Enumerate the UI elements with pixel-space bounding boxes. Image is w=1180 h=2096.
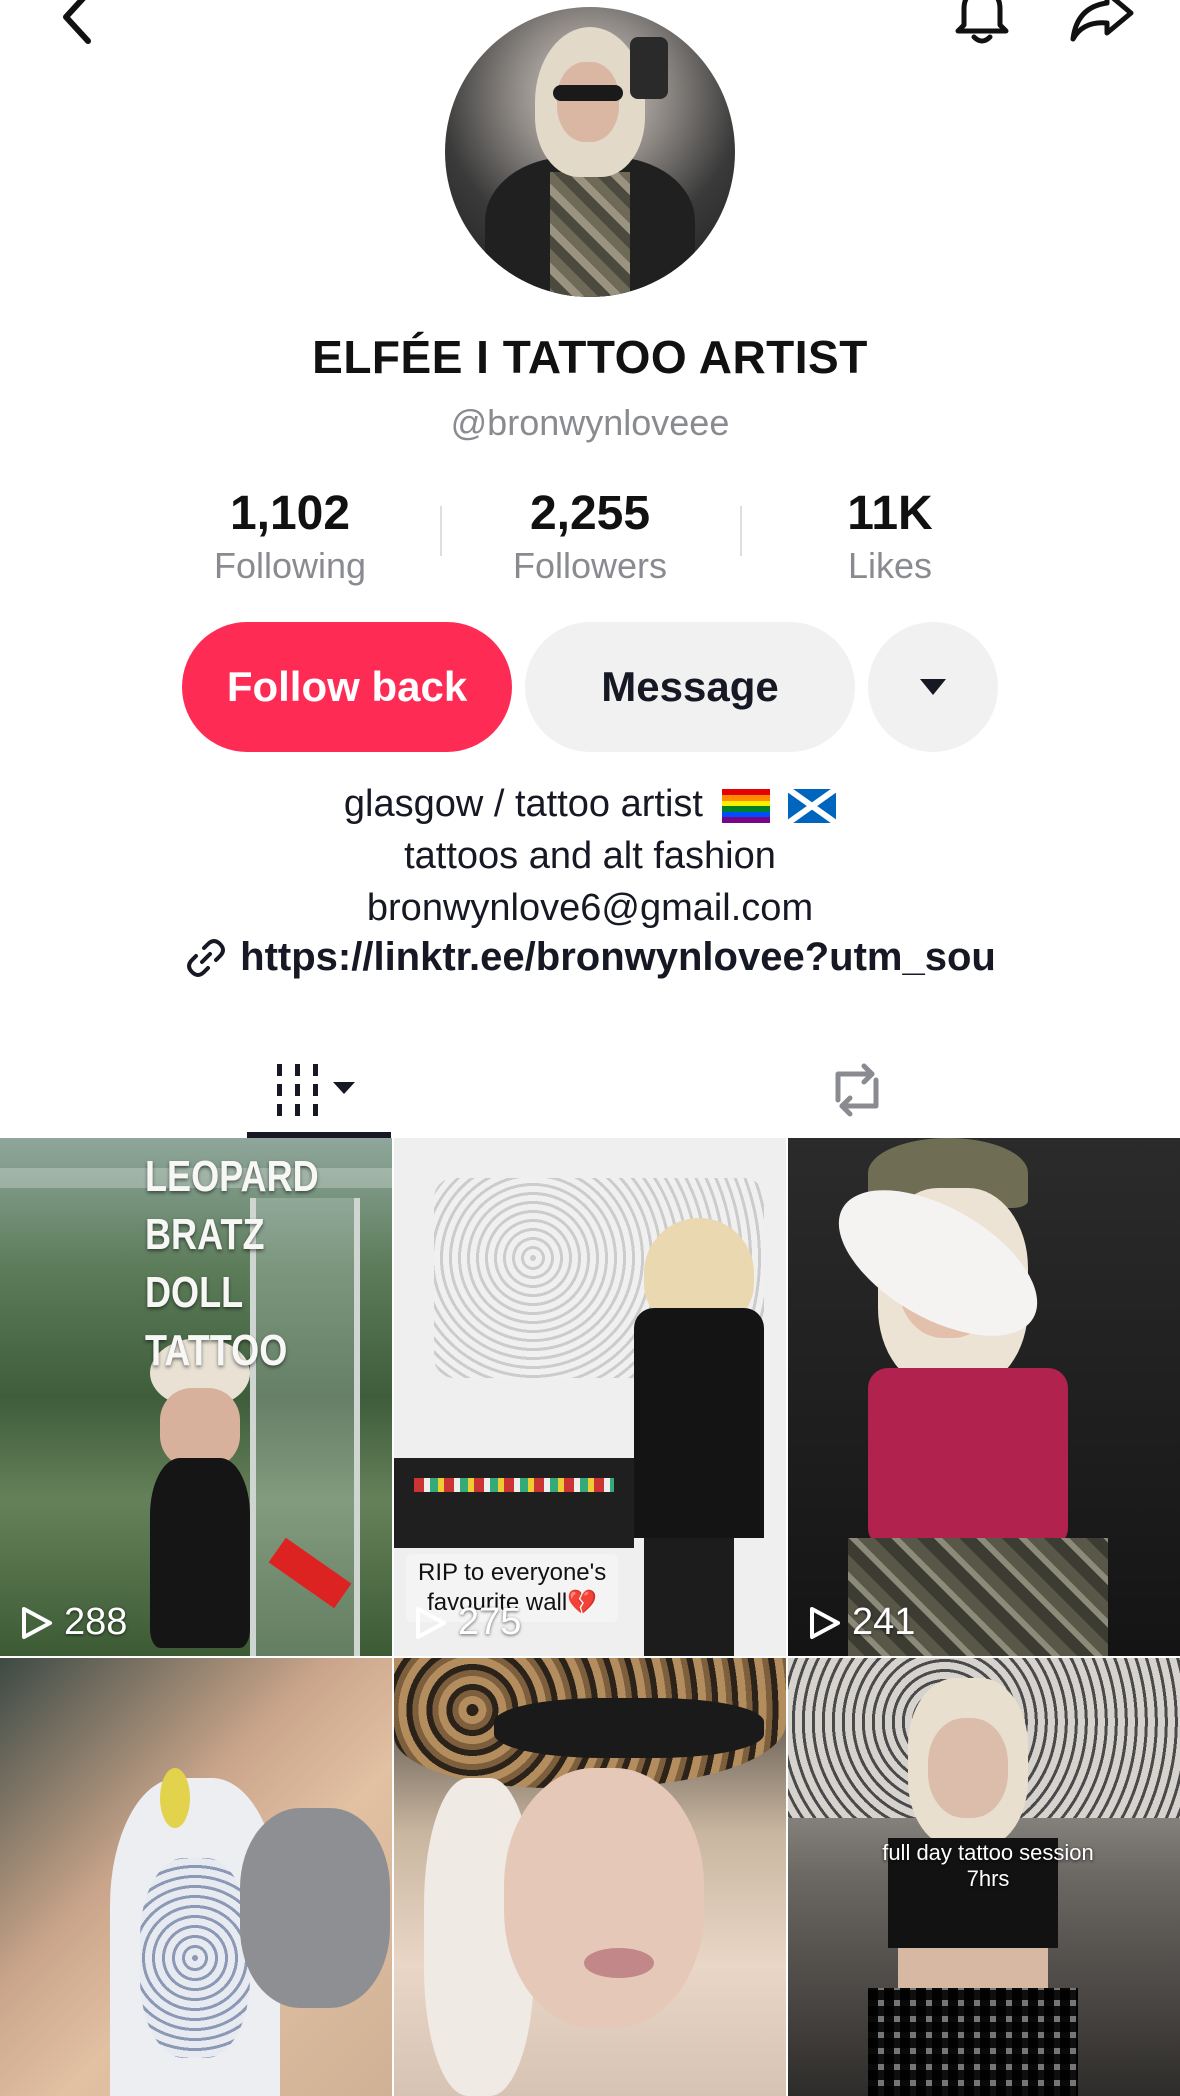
message-button[interactable]: Message <box>525 622 855 752</box>
link-icon <box>187 938 226 977</box>
video-grid: LEOPARD BRATZ DOLL TATTOO 288 RIP to eve… <box>0 1138 1180 2096</box>
video-thumbnail[interactable]: LEOPARD BRATZ DOLL TATTOO 288 <box>0 1138 392 1656</box>
content-tabs <box>0 1040 1180 1140</box>
link-url: https://linktr.ee/bronwynlovee?utm_sou <box>240 935 996 979</box>
rainbow-flag-icon <box>721 788 770 823</box>
play-icon <box>416 1606 446 1639</box>
bell-icon[interactable] <box>944 0 1020 52</box>
view-count: 275 <box>412 1601 521 1644</box>
avatar[interactable] <box>445 7 735 297</box>
bio-text: glasgow / tattoo artist <box>343 783 703 825</box>
stat-value: 11K <box>847 487 933 540</box>
play-icon <box>22 1606 52 1639</box>
tab-reposts[interactable] <box>785 1040 929 1140</box>
more-options-button[interactable] <box>868 622 998 752</box>
back-arrow-icon[interactable] <box>48 0 108 52</box>
stat-label: Likes <box>847 545 933 586</box>
stat-followers[interactable]: 2,255 Followers <box>440 484 740 588</box>
view-count: 241 <box>806 1601 915 1644</box>
tab-videos[interactable] <box>247 1040 391 1140</box>
video-overlay-text: LEOPARD BRATZ DOLL TATTOO <box>145 1152 319 1375</box>
username: @bronwynloveee <box>450 402 730 443</box>
play-icon <box>810 1606 840 1639</box>
stat-label: Followers <box>512 545 668 586</box>
bio-email[interactable]: bronwynlove6@gmail.com <box>0 882 1180 934</box>
bio-line-2: tattoos and alt fashion <box>404 835 776 877</box>
view-count: 288 <box>18 1601 127 1644</box>
stat-likes[interactable]: 11K Likes <box>740 484 1040 588</box>
video-thumbnail[interactable]: full day tattoo session 7hrs <box>788 1658 1180 2096</box>
profile-link[interactable]: https://linktr.ee/bronwynlovee?utm_sou <box>0 935 1180 980</box>
video-caption: full day tattoo session 7hrs <box>882 1840 1094 1891</box>
video-thumbnail[interactable]: RIP to everyone's favourite wall💔 275 <box>394 1138 786 1656</box>
stat-label: Following <box>213 545 367 586</box>
stat-value: 1,102 <box>229 487 351 540</box>
scotland-flag-icon <box>788 788 837 823</box>
bio: glasgow / tattoo artist tattoos and alt … <box>0 778 1180 934</box>
video-thumbnail[interactable] <box>394 1658 786 2096</box>
dropdown-caret-icon <box>920 679 946 695</box>
stat-value: 2,255 <box>529 487 651 540</box>
repost-icon <box>835 1063 879 1117</box>
stat-following[interactable]: 1,102 Following <box>140 484 440 588</box>
share-icon[interactable] <box>1060 0 1144 52</box>
follow-back-button[interactable]: Follow back <box>182 622 512 752</box>
display-name: ELFÉE I TATTOO ARTIST <box>312 331 868 383</box>
video-thumbnail[interactable] <box>0 1658 392 2096</box>
videos-grid-icon <box>277 1064 355 1116</box>
profile-stats: 1,102 Following 2,255 Followers 11K Like… <box>140 484 1040 594</box>
video-thumbnail[interactable]: 241 <box>788 1138 1180 1656</box>
bio-line-1: glasgow / tattoo artist <box>0 778 1180 830</box>
